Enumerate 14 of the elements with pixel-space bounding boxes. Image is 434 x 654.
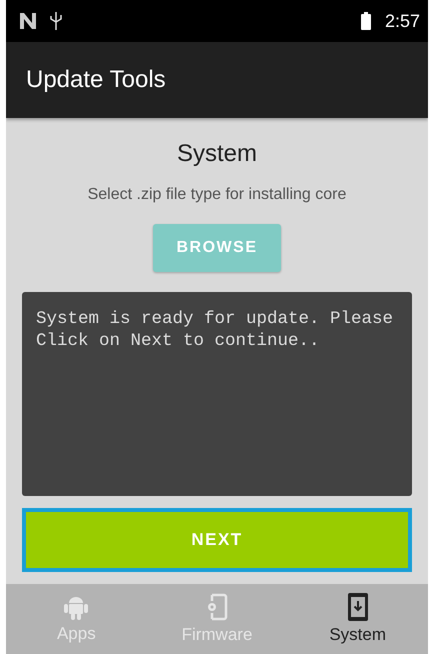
app-title: Update Tools <box>26 66 166 94</box>
next-button[interactable]: NEXT <box>22 508 412 572</box>
phone-download-icon <box>348 593 368 621</box>
android-icon <box>64 594 88 620</box>
usb-icon <box>50 12 62 30</box>
section-subtitle: Select .zip file type for installing core <box>88 186 346 204</box>
log-text: System is ready for update. Please Click on Next to continue.. <box>22 292 412 496</box>
section-title: System <box>176 140 257 168</box>
status-time: 2:57 <box>384 10 420 32</box>
n-icon <box>20 13 36 29</box>
phone-gear-icon <box>206 593 228 621</box>
nav-tab[interactable]: System <box>287 584 428 654</box>
battery-icon <box>360 12 371 30</box>
browse-button[interactable]: BROWSE <box>153 224 281 272</box>
